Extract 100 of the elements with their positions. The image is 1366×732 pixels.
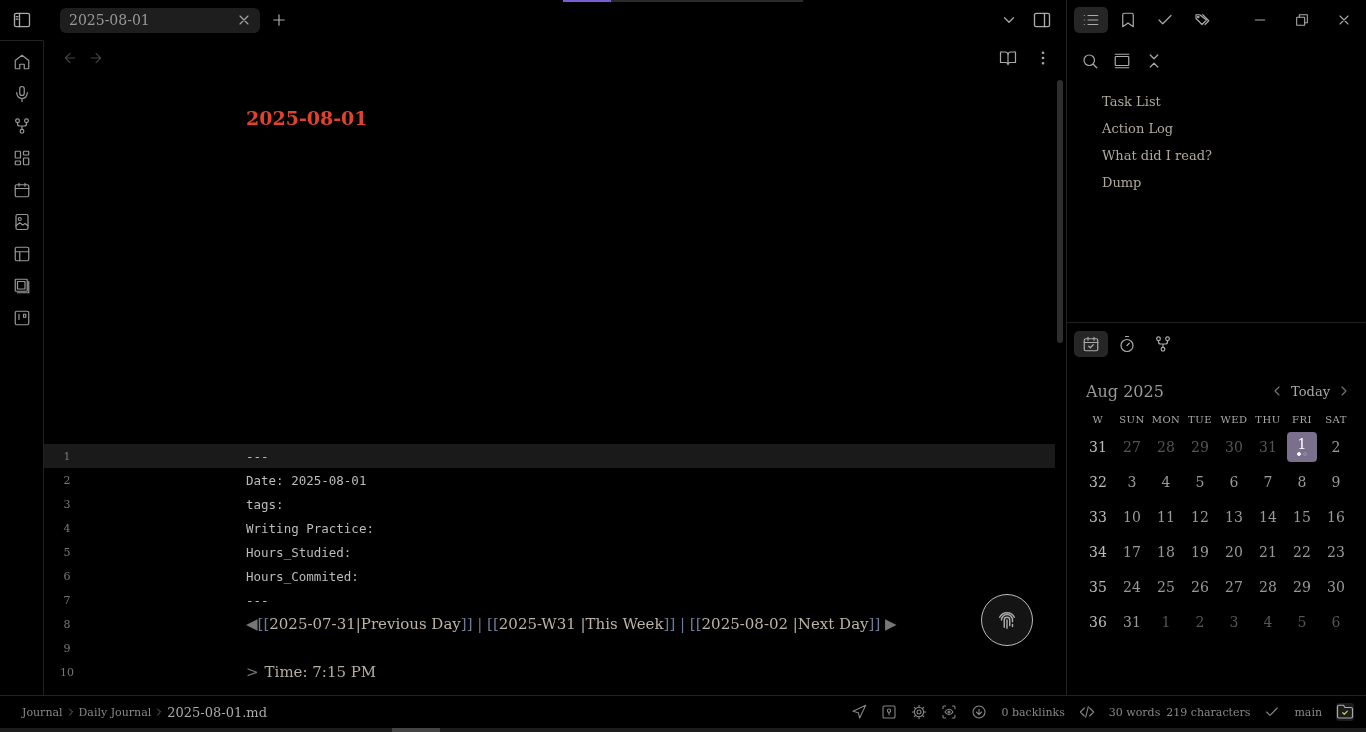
search-icon[interactable] bbox=[1081, 52, 1099, 70]
calendar-day[interactable]: 29 bbox=[1287, 571, 1317, 602]
navigation-arrow-icon[interactable] bbox=[851, 704, 868, 720]
sidebar-tab[interactable] bbox=[1074, 7, 1108, 33]
weekday-header: THU bbox=[1255, 413, 1281, 425]
calendar-day[interactable]: 22 bbox=[1287, 536, 1317, 567]
calendar-day[interactable]: 16 bbox=[1321, 501, 1351, 532]
vertical-scrollbar[interactable] bbox=[1057, 80, 1063, 343]
dashboard-icon[interactable] bbox=[12, 149, 31, 167]
reading-view-icon[interactable] bbox=[999, 49, 1017, 67]
calendar-day[interactable]: 26 bbox=[1185, 571, 1215, 602]
calendar-day[interactable]: 6 bbox=[1219, 466, 1249, 497]
folder-check-icon[interactable] bbox=[1336, 703, 1354, 721]
calendar-day[interactable]: 13 bbox=[1219, 501, 1249, 532]
tab-title: 2025-08-01 bbox=[69, 12, 150, 28]
backlinks-count[interactable]: 0 backlinks bbox=[1001, 705, 1065, 719]
breadcrumb-item[interactable]: Journal bbox=[22, 705, 63, 719]
vault-icon[interactable] bbox=[881, 704, 898, 720]
graph-icon[interactable] bbox=[1154, 335, 1172, 353]
frontmatter-line: --- bbox=[246, 448, 269, 464]
graph-icon[interactable] bbox=[12, 117, 31, 135]
line-number: 2 bbox=[62, 473, 72, 487]
calendar-day[interactable]: 28 bbox=[1253, 571, 1283, 602]
calendar-check-icon[interactable] bbox=[1082, 335, 1100, 353]
weekday-header: FRI bbox=[1292, 413, 1312, 425]
calendar-day[interactable]: 7 bbox=[1253, 466, 1283, 497]
link-bracket: ]] | [[ bbox=[460, 615, 499, 633]
calendar-day[interactable]: 5 bbox=[1185, 466, 1215, 497]
calendar-day[interactable]: 2 bbox=[1321, 431, 1351, 462]
calendar-day[interactable]: 15 bbox=[1287, 501, 1317, 532]
breadcrumb-item[interactable]: 2025-08-01.md bbox=[167, 704, 267, 720]
line-number: 3 bbox=[62, 497, 72, 511]
calendar-day[interactable]: 8 bbox=[1287, 466, 1317, 497]
quote-marker: > bbox=[246, 663, 259, 681]
timer-icon[interactable] bbox=[1118, 335, 1136, 353]
code-icon[interactable] bbox=[1078, 704, 1095, 720]
restore-icon[interactable] bbox=[1294, 12, 1310, 28]
frontmatter-line: Hours_Commited: bbox=[246, 568, 359, 584]
window-icon[interactable] bbox=[1113, 52, 1131, 70]
week-number: 33 bbox=[1088, 507, 1108, 527]
kanban-icon[interactable] bbox=[12, 309, 31, 327]
sidebar-toggle-icon[interactable] bbox=[1032, 10, 1052, 30]
link-bracket: ]] bbox=[868, 615, 881, 633]
calendar-day[interactable]: 1 bbox=[1287, 431, 1317, 462]
calendar-day[interactable]: 27 bbox=[1219, 571, 1249, 602]
download-icon[interactable] bbox=[971, 704, 988, 720]
week-number: 35 bbox=[1088, 577, 1108, 597]
calendar-day[interactable]: 25 bbox=[1151, 571, 1181, 602]
calendar-icon[interactable] bbox=[12, 181, 31, 199]
image-icon[interactable] bbox=[12, 213, 31, 231]
note-title: 2025-08-01 bbox=[246, 107, 368, 129]
line-number: 7 bbox=[62, 593, 72, 607]
outline-heading[interactable]: Dump bbox=[1102, 169, 1142, 196]
outline-heading[interactable]: Task List bbox=[1102, 88, 1161, 115]
outline-heading[interactable]: What did I read? bbox=[1102, 142, 1212, 169]
calendar-day[interactable]: 12 bbox=[1185, 501, 1215, 532]
wiki-link[interactable]: 2025-W31 |This Week bbox=[498, 615, 664, 633]
calendar-day[interactable]: 18 bbox=[1151, 536, 1181, 567]
wiki-link[interactable]: 2025-07-31|Previous Day bbox=[269, 615, 461, 633]
calendar-day[interactable]: 14 bbox=[1253, 501, 1283, 532]
calendar-day[interactable]: 30 bbox=[1321, 571, 1351, 602]
calendar-day[interactable]: 19 bbox=[1185, 536, 1215, 567]
scan-eye-icon[interactable] bbox=[941, 704, 958, 720]
line-number: 10 bbox=[59, 665, 75, 679]
frontmatter-line: --- bbox=[246, 592, 269, 608]
note-tab[interactable]: 2025-08-01 bbox=[60, 7, 260, 33]
breadcrumb-item[interactable]: Daily Journal bbox=[78, 705, 152, 719]
outline-heading[interactable]: Action Log bbox=[1102, 115, 1174, 142]
calendar-day[interactable]: 23 bbox=[1321, 536, 1351, 567]
line-number: 5 bbox=[62, 545, 72, 559]
weekday-header: MON bbox=[1151, 413, 1181, 425]
git-branch[interactable]: main bbox=[1294, 705, 1322, 719]
calendar-day[interactable]: 31 bbox=[1117, 606, 1147, 637]
calendar-day[interactable]: 10 bbox=[1117, 501, 1147, 532]
sidebar-toggle-icon[interactable] bbox=[12, 10, 32, 30]
home-icon[interactable] bbox=[12, 53, 31, 71]
stacked-squares-icon[interactable] bbox=[12, 277, 31, 295]
settings-icon[interactable] bbox=[911, 704, 928, 720]
calendar-day[interactable]: 9 bbox=[1321, 466, 1351, 497]
wiki-link[interactable]: 2025-08-02 |Next Day bbox=[701, 615, 869, 633]
calendar-day[interactable]: 17 bbox=[1117, 536, 1147, 567]
link-bracket: ]] | [[ bbox=[663, 615, 702, 633]
new-tab-icon[interactable] bbox=[270, 11, 288, 29]
calendar-day[interactable]: 21 bbox=[1253, 536, 1283, 567]
calendar-day[interactable]: 11 bbox=[1151, 501, 1181, 532]
calendar-day[interactable]: 4 bbox=[1151, 466, 1181, 497]
calendar-day[interactable]: 3 bbox=[1117, 466, 1147, 497]
line-number: 1 bbox=[62, 449, 72, 463]
fingerprint-icon[interactable] bbox=[996, 609, 1018, 631]
weekday-header: WED bbox=[1220, 413, 1248, 425]
panel-tab[interactable] bbox=[1074, 331, 1108, 357]
floating-action-button[interactable] bbox=[981, 594, 1033, 646]
triangle-arrow: ▶ bbox=[885, 615, 897, 633]
week-number: 32 bbox=[1088, 472, 1108, 492]
today-button[interactable]: Today bbox=[1291, 383, 1330, 399]
calendar-day[interactable]: 24 bbox=[1117, 571, 1147, 602]
bookmark-icon[interactable] bbox=[1119, 11, 1137, 29]
line-number: 4 bbox=[62, 521, 72, 535]
calendar-day[interactable]: 20 bbox=[1219, 536, 1249, 567]
layout-icon[interactable] bbox=[12, 245, 31, 263]
